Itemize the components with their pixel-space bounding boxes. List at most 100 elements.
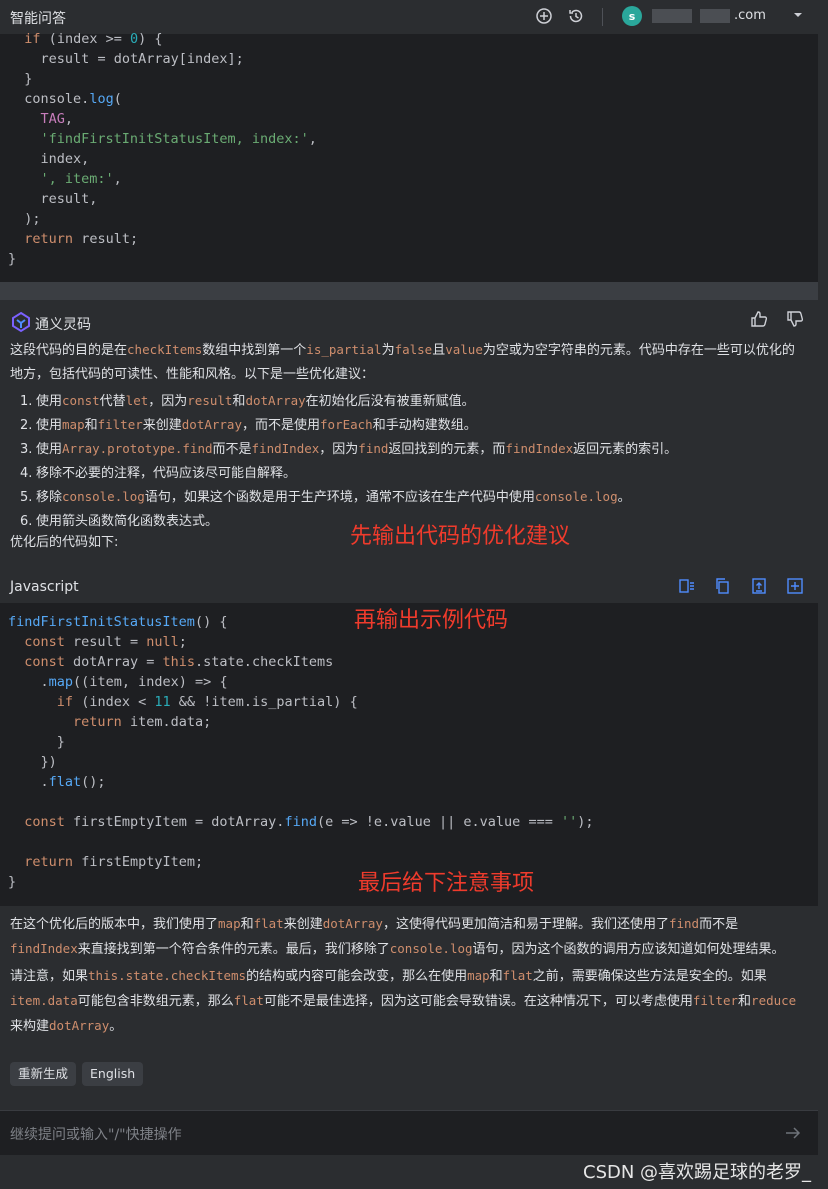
regenerate-button[interactable]: 重新生成 [10,1062,77,1086]
inline-code: findIndex [251,441,320,456]
text-run: 且 [432,343,446,358]
text-run: 可能包含非数组元素，那么 [77,994,234,1009]
code-line: } [56,734,65,750]
text-run: 和手动构建数组。 [372,418,477,433]
new-file-icon[interactable] [786,577,804,595]
text-run: 而不是 [699,917,739,932]
inline-code: flat [253,916,284,931]
text-run: 来创建 [142,418,182,433]
english-button[interactable]: English [82,1062,144,1086]
tongyi-logo-icon [10,311,32,333]
avatar[interactable]: s [622,6,642,26]
text-run: 和 [738,994,752,1009]
text-run: ，而不是使用 [242,418,321,433]
text-run: 移除不必要的注释，代码应该尽可能自解释。 [36,466,297,481]
list-number: 4. [20,466,33,481]
account-label[interactable]: .com [648,8,766,23]
inline-code: forEach [320,417,373,432]
text-run: 使用箭头函数简化函数表达式。 [36,514,219,529]
text-run: 可能不是最佳选择，因为这可能会导致错误。在这种情况下，可以考虑使用 [263,994,693,1009]
inline-code: map [62,417,85,432]
annotation-notes: 最后给下注意事项 [358,871,535,896]
send-icon[interactable] [784,1124,802,1146]
text-run: 返回元素的索引。 [573,442,678,457]
redacted-block [652,8,692,23]
history-icon[interactable] [566,6,586,26]
code-line: const dotArray = this.state.checkItems [24,654,334,670]
text-run: 和 [489,969,503,984]
list-number: 2. [20,418,33,433]
list-number: 6. [20,514,33,529]
insert-diff-icon[interactable] [678,577,696,595]
inline-code: findIndex [505,441,574,456]
inline-code: false [394,342,433,357]
text-run: 和 [240,917,254,932]
code-line: if (index < 11 && !item.is_partial) { [56,694,358,710]
text-run: 在初始化后没有被重新赋值。 [305,394,475,409]
text-run: 移除 [36,490,63,505]
code-line: result = dotArray[index]; [40,51,244,67]
summary-paragraph-2: 请注意，如果this.state.checkItems的结构或内容可能会改变，那… [10,964,800,1039]
new-chat-icon[interactable] [534,6,554,26]
suggestion-item: 3. 使用Array.prototype.find而不是findIndex，因为f… [20,438,677,457]
thumbs-up-icon[interactable] [750,310,770,330]
code-line: TAG, [40,111,74,127]
suggestion-item: 2. 使用map和filter来创建dotArray，而不是使用forEach和手… [20,414,477,433]
inline-code: flat [233,993,264,1008]
inline-code: dotArray [49,1018,110,1033]
code-line: const result = null; [24,634,187,650]
insert-at-cursor-icon[interactable] [750,577,768,595]
inline-code: console.log [62,489,145,504]
inline-code: console.log [389,941,473,956]
code-line: return item.data; [73,714,212,730]
thumbs-down-icon[interactable] [786,310,806,330]
annotation-suggestions: 先输出代码的优化建议 [350,524,571,549]
list-number: 3. [20,442,33,457]
text-run: ，因为 [148,394,188,409]
text-run: 来构建 [10,1019,50,1034]
text-run: 而不是 [212,442,252,457]
text-run: 语句，因为这个函数的调用方应该知道如何处理结果。 [472,942,785,957]
suggestion-item: 4. 移除不必要的注释，代码应该尽可能自解释。 [20,462,296,481]
text-run: ，这使得代码更加简洁和易于理解。我们还使用了 [382,917,669,932]
code-line: ); [24,211,41,227]
text-run: 。 [617,490,631,505]
inline-code: console.log [534,489,618,504]
text-run: 使用 [36,418,63,433]
text-run: 为 [381,343,395,358]
inline-code: map [467,968,490,983]
inline-code: flat [502,968,533,983]
text-run: 这段代码的目的是在 [10,343,128,358]
list-number: 5. [20,490,33,505]
bot-name: 通义灵码 [35,317,91,333]
text-run: 之前，需要确保这些方法是安全的。如果 [532,969,767,984]
text-run: ，因为 [319,442,359,457]
text-run: 来创建 [283,917,323,932]
inline-code: find [358,441,389,456]
scrollbar[interactable] [818,34,828,1189]
code-line: return result; [24,231,139,247]
code-line: if (index >= 0) { [24,31,163,47]
inline-code: reduce [751,993,797,1008]
summary-paragraph-1: 在这个优化后的版本中，我们使用了map和flat来创建dotArray，这使得代… [10,912,800,962]
text-run: 和 [84,418,98,433]
inline-code: this.state.checkItems [88,968,247,983]
code-line: } [8,874,17,890]
code-line: const firstEmptyItem = dotArray.find(e =… [24,814,594,830]
text-run: 数组中找到第一个 [202,343,307,358]
text-run: 在这个优化后的版本中，我们使用了 [10,917,219,932]
account-suffix: .com [734,8,766,23]
chevron-down-icon[interactable] [792,9,804,25]
message-separator [0,282,828,300]
toolbar-divider [602,8,603,26]
chat-input[interactable]: 继续提问或输入"/"快捷操作 [10,1124,182,1144]
code-line: console.log( [24,91,122,107]
inline-code: value [445,342,483,357]
text-run: 代替 [99,394,126,409]
inline-code: let [125,393,149,408]
code-line: .flat(); [40,774,106,790]
code-line: index, [40,151,90,167]
copy-icon[interactable] [714,577,732,595]
code-line: result, [40,191,98,207]
inline-code: dotArray [181,417,242,432]
